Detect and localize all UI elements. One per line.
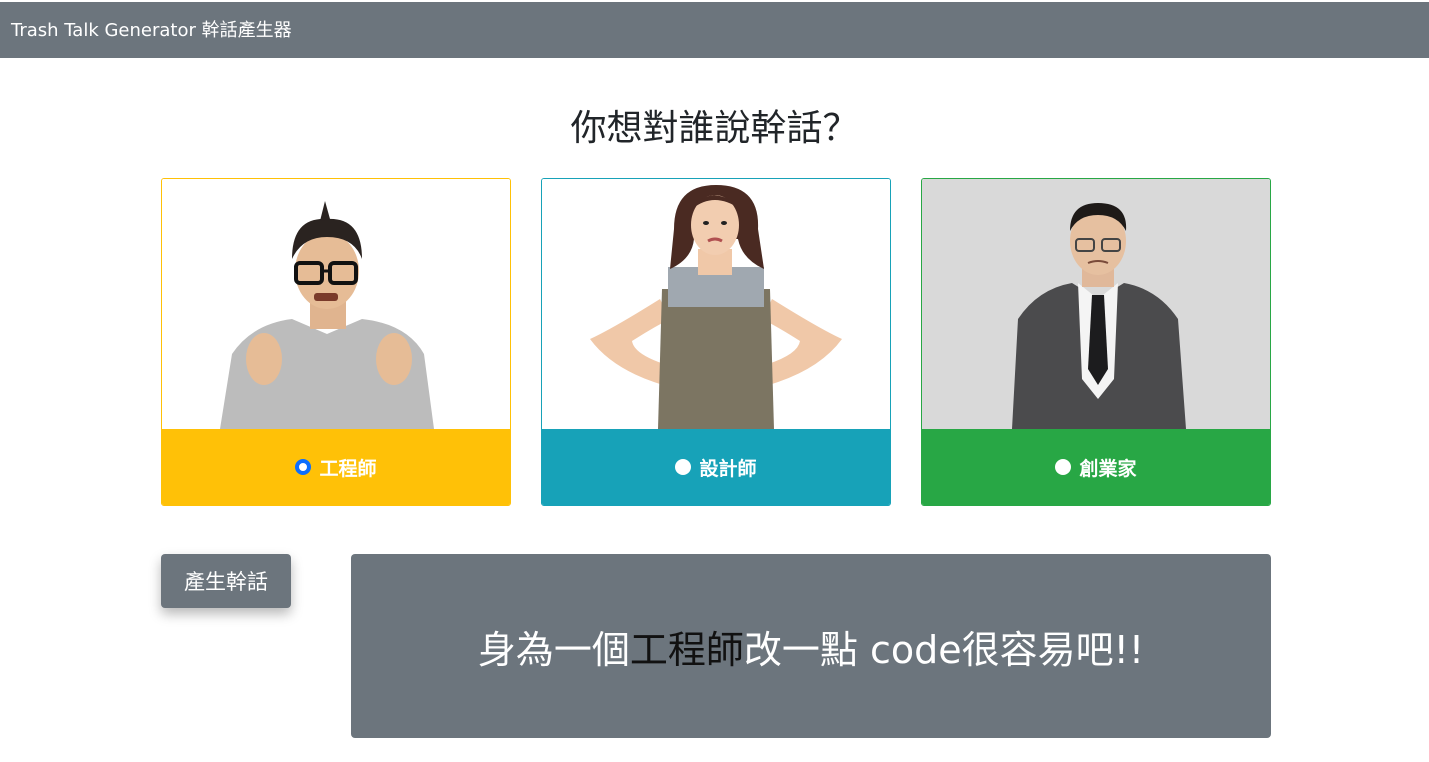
radio-engineer[interactable] bbox=[295, 459, 312, 475]
radio-designer[interactable] bbox=[675, 459, 692, 475]
result-target: 工程師 bbox=[629, 627, 744, 672]
navbar-brand[interactable]: Trash Talk Generator 幹話產生器 bbox=[11, 19, 292, 43]
designer-photo bbox=[542, 179, 890, 429]
page-title: 你想對誰說幹話？ bbox=[570, 108, 859, 149]
generate-button[interactable]: 產生幹話 bbox=[161, 554, 291, 608]
navbar: Trash Talk Generator 幹話產生器 bbox=[0, 2, 1429, 58]
option-card-designer[interactable]: 設計師 bbox=[541, 178, 891, 506]
entrepreneur-photo bbox=[922, 179, 1270, 429]
option-label-engineer: 工程師 bbox=[319, 457, 377, 480]
option-label-entrepreneur: 創業家 bbox=[1079, 457, 1137, 480]
option-footer-engineer[interactable]: 工程師 bbox=[162, 429, 510, 505]
option-footer-designer[interactable]: 設計師 bbox=[542, 429, 890, 505]
result-display: 身為一個 工程師 改一點 code很容易吧!! bbox=[351, 554, 1271, 738]
option-card-entrepreneur[interactable]: 創業家 bbox=[921, 178, 1271, 506]
result-prefix: 身為一個 bbox=[477, 627, 630, 672]
option-card-engineer[interactable]: 工程師 bbox=[161, 178, 511, 506]
radio-entrepreneur[interactable] bbox=[1055, 459, 1072, 475]
engineer-photo bbox=[162, 179, 510, 429]
result-suffix: 改一點 code很容易吧!! bbox=[743, 627, 1145, 672]
option-footer-entrepreneur[interactable]: 創業家 bbox=[922, 429, 1270, 505]
option-label-designer: 設計師 bbox=[699, 457, 757, 480]
